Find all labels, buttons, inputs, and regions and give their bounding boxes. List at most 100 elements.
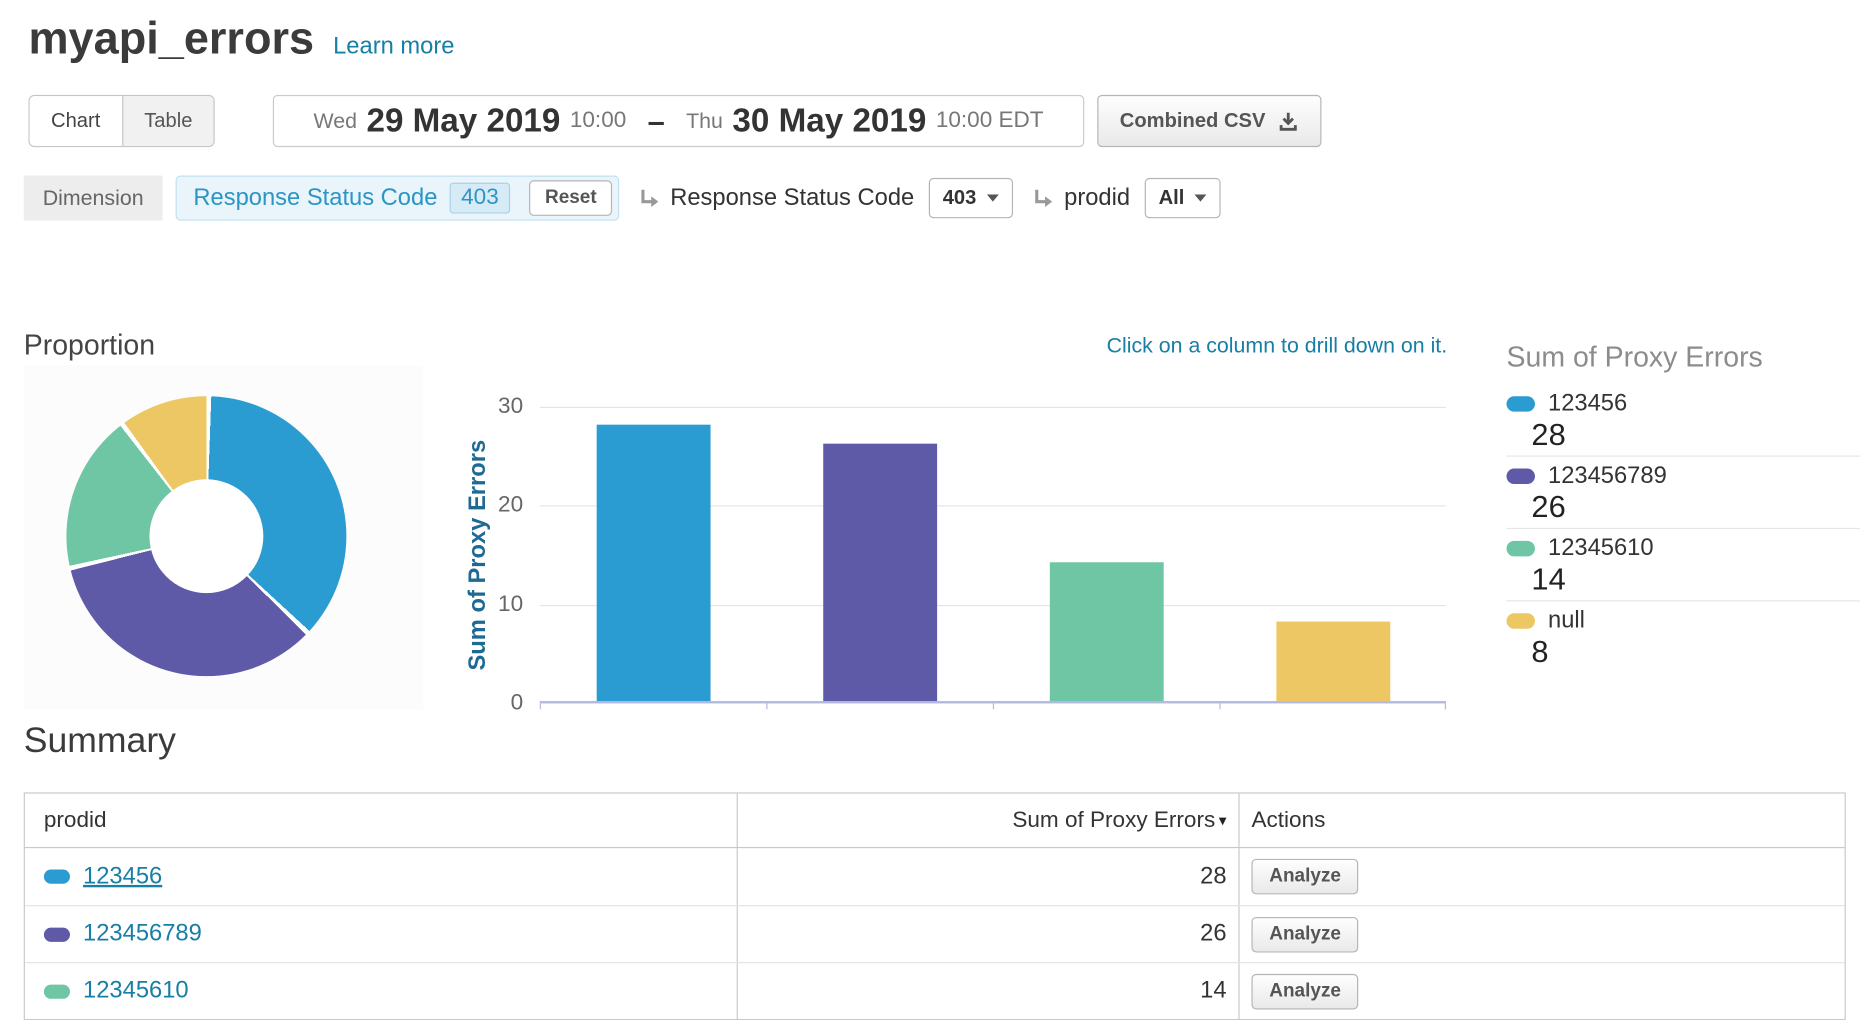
- legend-value: 14: [1531, 562, 1860, 595]
- y-tick-label: 20: [498, 493, 523, 519]
- proportion-label: Proportion: [24, 330, 155, 363]
- prodid-dropdown-value: All: [1159, 186, 1185, 210]
- legend-label: 123456789: [1548, 463, 1667, 489]
- date-separator: –: [648, 103, 665, 140]
- analyze-button[interactable]: Analyze: [1251, 973, 1358, 1009]
- x-tick: [540, 703, 541, 709]
- prodid-color-swatch: [44, 984, 70, 998]
- csv-button-label: Combined CSV: [1120, 109, 1266, 133]
- prodid-cell: 123456: [25, 848, 737, 905]
- drilldown-arrow-icon: [638, 187, 661, 210]
- summary-table: prodid Sum of Proxy Errors ▾ Actions 123…: [24, 792, 1846, 1020]
- filter-chip[interactable]: Response Status Code 403 Reset: [176, 176, 620, 221]
- table-header-row: prodid Sum of Proxy Errors ▾ Actions: [25, 794, 1845, 849]
- prodid-link[interactable]: 123456789: [83, 921, 202, 948]
- legend-entries: 12345628123456789261234561014null8: [1506, 384, 1859, 672]
- end-day: Thu: [686, 109, 723, 134]
- dimension-label: Dimension: [24, 176, 163, 221]
- start-time: 10:00: [570, 108, 626, 134]
- legend-entry: 12345678926: [1506, 456, 1859, 528]
- prodid-link[interactable]: 123456: [83, 863, 162, 890]
- prodid-cell: 12345610: [25, 963, 737, 1019]
- column-header-sum[interactable]: Sum of Proxy Errors ▾: [737, 794, 1239, 847]
- chart-tab[interactable]: Chart: [30, 96, 122, 146]
- toolbar: Chart Table Wed 29 May 2019 10:00 – Thu …: [28, 95, 1831, 147]
- drilldown-arrow-icon: [1032, 187, 1055, 210]
- bar-column-12345610[interactable]: [1049, 563, 1163, 701]
- table-tab[interactable]: Table: [122, 96, 214, 146]
- analyze-button[interactable]: Analyze: [1251, 859, 1358, 895]
- x-tick: [1219, 703, 1220, 709]
- chevron-down-icon: [987, 195, 999, 202]
- y-tick-label: 0: [511, 690, 524, 716]
- column-header-prodid[interactable]: prodid: [25, 794, 737, 847]
- summary-heading: Summary: [24, 721, 176, 761]
- combined-csv-button[interactable]: Combined CSV: [1097, 95, 1321, 147]
- drilldown-hint: Click on a column to drill down on it.: [830, 333, 1447, 358]
- column-header-actions: Actions: [1238, 794, 1847, 847]
- status-code-dropdown[interactable]: 403: [928, 178, 1013, 218]
- date-range-picker[interactable]: Wed 29 May 2019 10:00 – Thu 30 May 2019 …: [273, 95, 1084, 147]
- drilldown-label-prodid: prodid: [1064, 184, 1130, 211]
- x-tick: [1445, 703, 1446, 709]
- download-icon: [1277, 110, 1298, 131]
- sum-cell: 26: [737, 906, 1239, 962]
- grid-line: [540, 407, 1446, 408]
- proportion-chart-card: [24, 365, 424, 709]
- legend-label: 12345610: [1548, 535, 1654, 561]
- page-header: myapi_errors Learn more: [28, 14, 454, 65]
- legend-label: 123456: [1548, 390, 1627, 416]
- start-date: 29 May 2019: [366, 102, 560, 140]
- table-row: 123456789 26 Analyze: [25, 905, 1845, 962]
- analyze-button[interactable]: Analyze: [1251, 916, 1358, 952]
- bar-plot: [540, 407, 1446, 704]
- view-toggle: Chart Table: [28, 95, 214, 147]
- actions-cell: Analyze: [1238, 848, 1847, 905]
- x-tick: [993, 703, 994, 709]
- bar-column-123456789[interactable]: [823, 444, 937, 701]
- y-axis-labels: 0102030: [466, 407, 523, 704]
- end-date: 30 May 2019: [732, 102, 926, 140]
- legend-title: Sum of Proxy Errors: [1506, 342, 1859, 375]
- drilldown-label-status-code: Response Status Code: [670, 184, 914, 211]
- legend-swatch: [1506, 540, 1534, 555]
- legend-value: 8: [1531, 635, 1860, 668]
- summary-table-body: 12345628Analyze12345678926Analyze1234561…: [25, 848, 1845, 1019]
- reset-button[interactable]: Reset: [530, 180, 613, 216]
- y-tick-label: 30: [498, 394, 523, 420]
- learn-more-link[interactable]: Learn more: [333, 33, 454, 60]
- legend-entry: null8: [1506, 600, 1859, 672]
- bar-column-123456[interactable]: [596, 424, 710, 701]
- bar-column-null[interactable]: [1276, 622, 1390, 701]
- start-day: Wed: [313, 109, 357, 134]
- y-tick-label: 10: [498, 592, 523, 618]
- legend-label: null: [1548, 607, 1585, 633]
- legend-swatch: [1506, 613, 1534, 628]
- end-time: 10:00 EDT: [936, 108, 1044, 134]
- sum-cell: 28: [737, 848, 1239, 905]
- report-page: myapi_errors Learn more Chart Table Wed …: [0, 0, 1860, 1020]
- chevron-down-icon: [1195, 195, 1207, 202]
- filter-chip-value: 403: [449, 183, 510, 214]
- legend-entry: 12345628: [1506, 384, 1859, 455]
- prodid-dropdown[interactable]: All: [1144, 178, 1221, 218]
- donut-hole: [149, 479, 263, 593]
- table-row: 12345610 14 Analyze: [25, 962, 1845, 1019]
- chart-legend: Sum of Proxy Errors 12345628123456789261…: [1506, 342, 1859, 673]
- prodid-link[interactable]: 12345610: [83, 977, 189, 1004]
- legend-swatch: [1506, 396, 1534, 411]
- prodid-color-swatch: [44, 927, 70, 941]
- filter-bar: Dimension Response Status Code 403 Reset…: [24, 176, 1221, 221]
- column-header-sum-label: Sum of Proxy Errors: [1012, 807, 1215, 833]
- legend-value: 26: [1531, 490, 1860, 523]
- sort-desc-icon: ▾: [1219, 811, 1227, 830]
- x-tick: [766, 703, 767, 709]
- actions-cell: Analyze: [1238, 963, 1847, 1019]
- filter-chip-label: Response Status Code: [193, 184, 437, 211]
- legend-swatch: [1506, 468, 1534, 483]
- sum-cell: 14: [737, 963, 1239, 1019]
- table-row: 123456 28 Analyze: [25, 848, 1845, 905]
- actions-cell: Analyze: [1238, 906, 1847, 962]
- prodid-cell: 123456789: [25, 906, 737, 962]
- legend-value: 28: [1531, 418, 1860, 451]
